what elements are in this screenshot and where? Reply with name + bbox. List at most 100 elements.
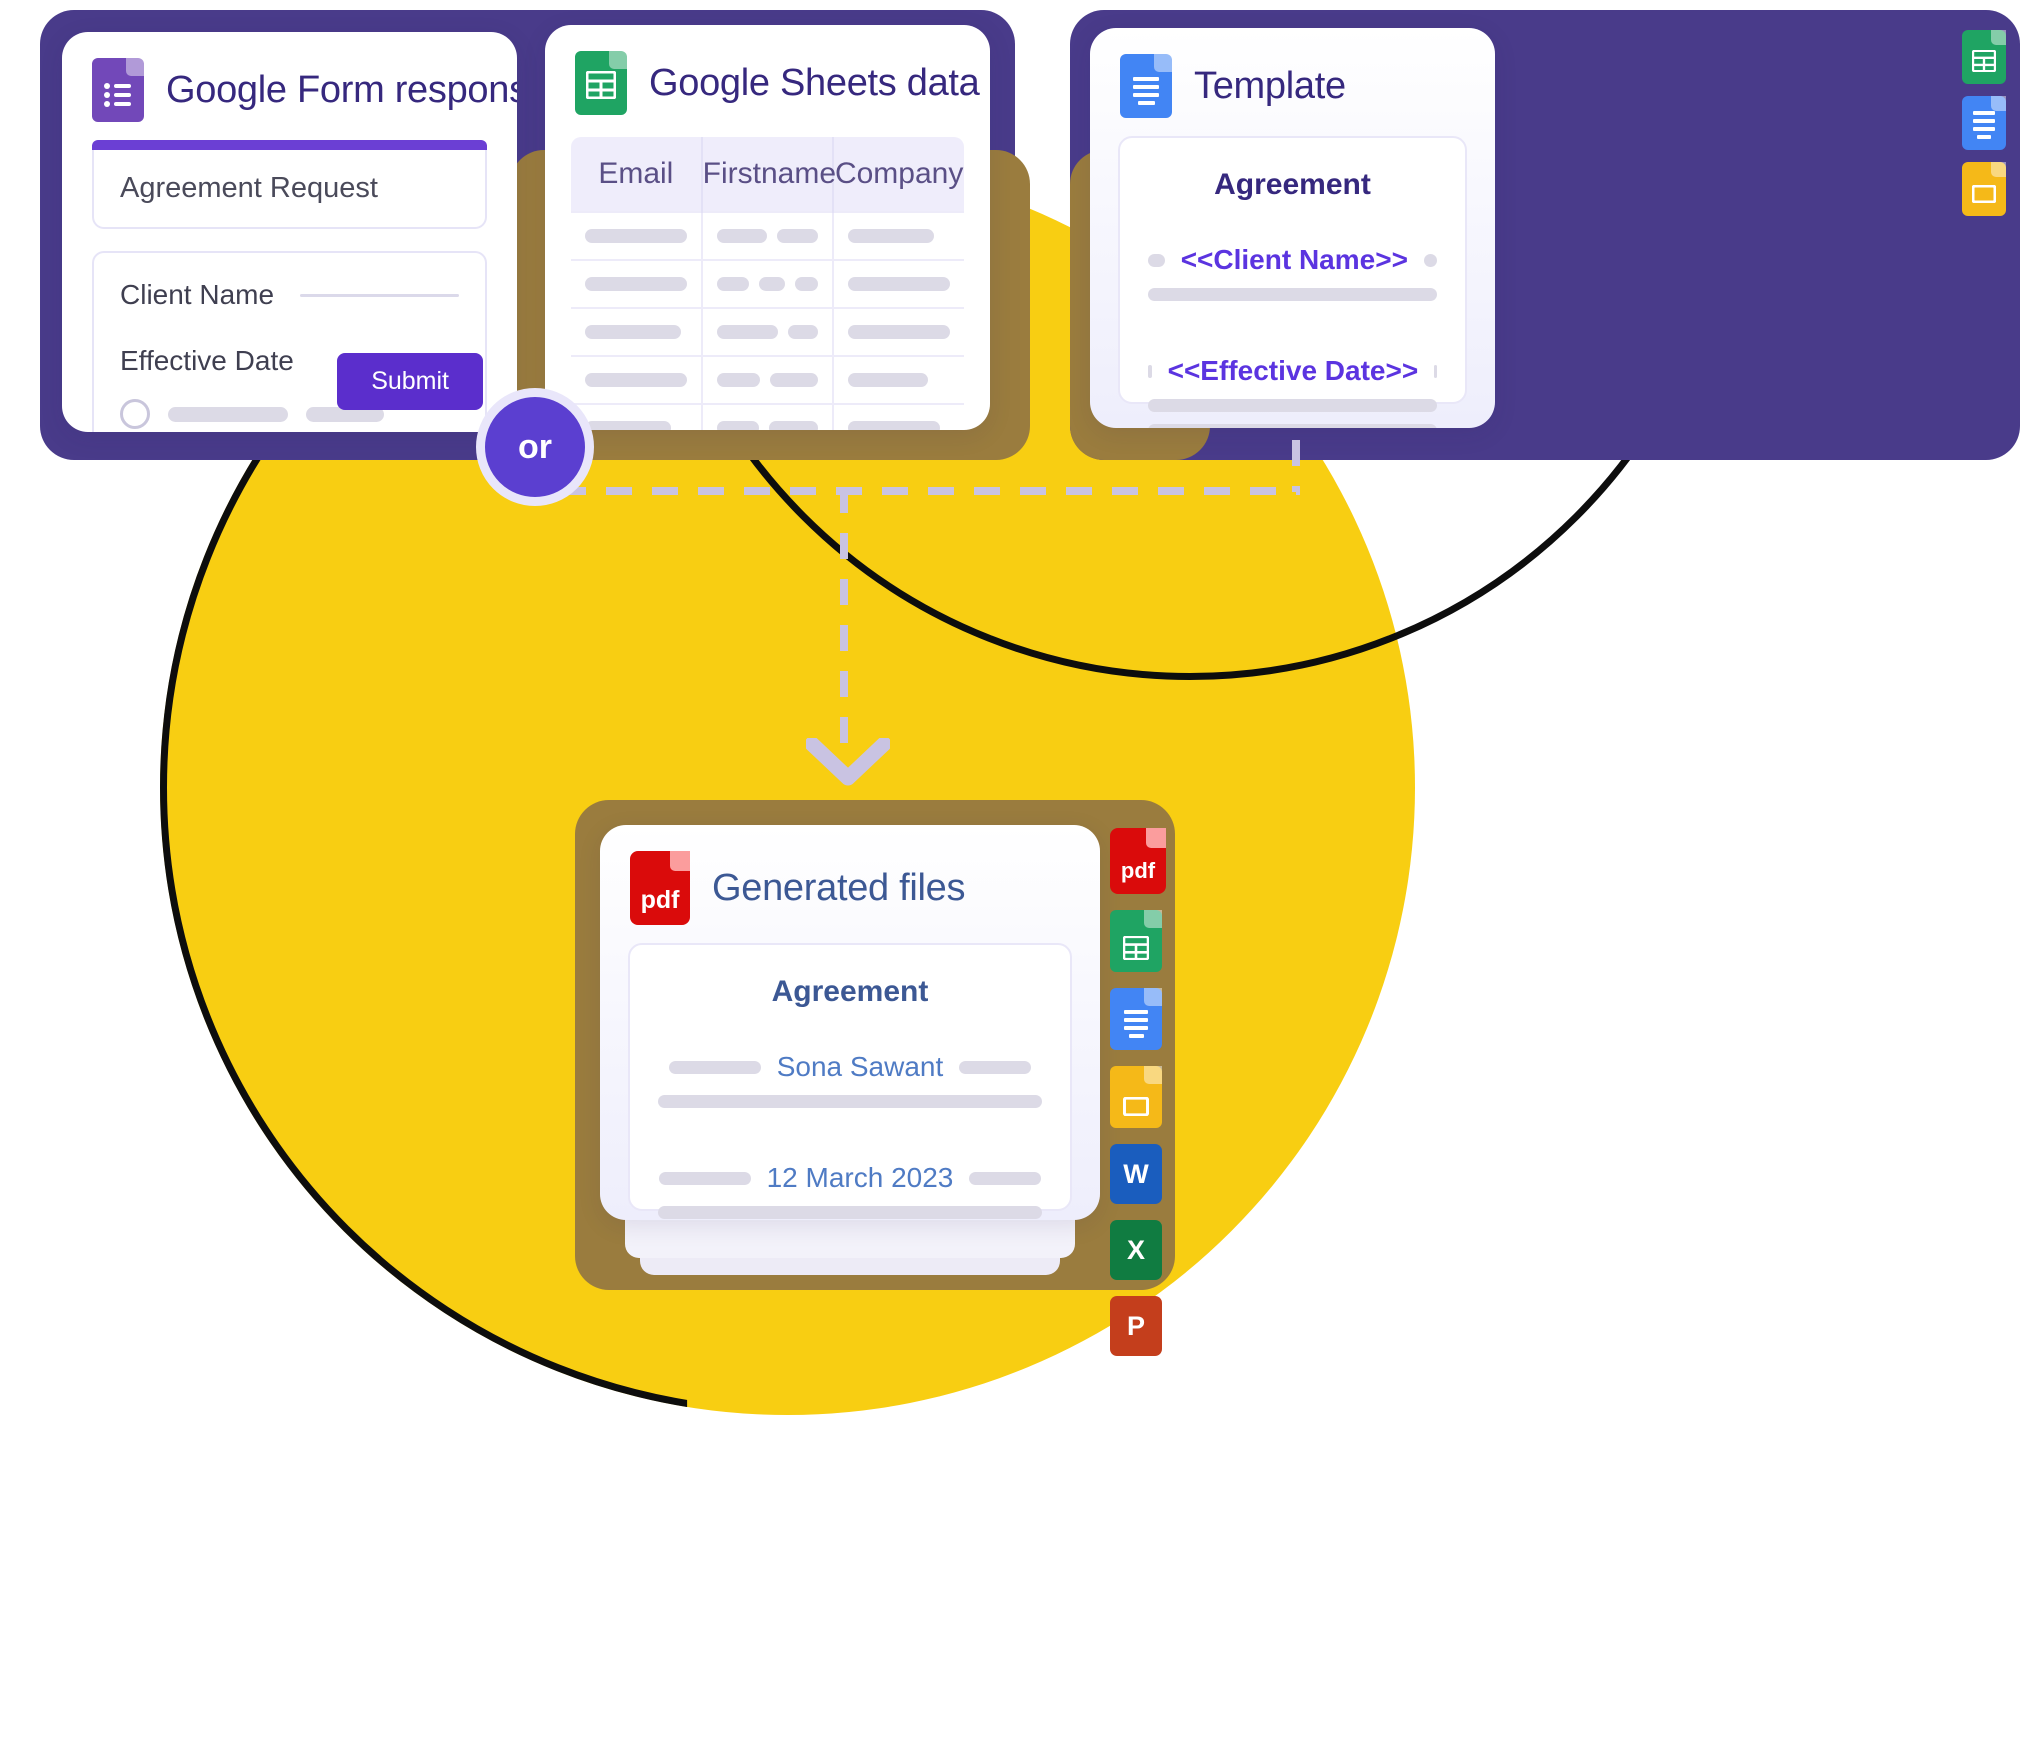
generated-document: Agreement Sona Sawant 12 March 2023 (628, 943, 1072, 1219)
template-placeholder-client-name: <<Client Name>> (1180, 244, 1408, 275)
google-forms-icon (92, 58, 144, 122)
google-sheets-icon[interactable] (1962, 30, 2006, 84)
placeholder-bar (776, 229, 819, 243)
placeholder-bar (969, 1171, 1042, 1185)
placeholder-bar (1423, 253, 1437, 267)
sheets-table-wrap: Email Firstname Company (545, 125, 990, 430)
template-placeholder-effective-date: <<Effective Date>> (1167, 355, 1419, 386)
excel-icon-label: X (1126, 1234, 1145, 1265)
generated-value-client-name: Sona Sawant (776, 1051, 944, 1082)
google-sheets-card-title: Google Sheets data (649, 61, 980, 104)
placeholder-bar (716, 325, 778, 339)
placeholder-bar (1148, 288, 1437, 301)
form-accent-bar (92, 140, 487, 150)
placeholder-bar (794, 277, 819, 291)
excel-icon[interactable]: X (1110, 1220, 1162, 1280)
connector-dash-vertical (840, 487, 848, 747)
placeholder-bar (848, 277, 950, 291)
google-docs-icon[interactable] (1962, 96, 2006, 150)
table-cell (701, 259, 835, 308)
placeholder-bar (768, 421, 819, 430)
column-header-firstname: Firstname (701, 137, 836, 212)
template-body: Agreement <<Client Name>> <<Effective Da… (1090, 128, 1495, 428)
placeholder-bar (848, 373, 929, 387)
table-cell (833, 307, 964, 356)
form-field-label: Client Name (120, 279, 275, 310)
docs-lines-icon (1133, 77, 1159, 105)
table-row[interactable] (571, 259, 964, 308)
table-row[interactable] (571, 307, 964, 356)
form-field-client-name[interactable]: Client Name (120, 279, 459, 311)
submit-button[interactable]: Submit (337, 353, 483, 410)
table-cell (701, 403, 835, 430)
placeholder-bar (668, 1060, 761, 1074)
table-row[interactable] (571, 403, 964, 430)
placeholder-bar (658, 1206, 1042, 1219)
powerpoint-icon-label: P (1126, 1310, 1145, 1341)
table-cell (833, 211, 964, 260)
table-cell (571, 307, 703, 356)
placeholder-bar (848, 325, 950, 339)
table-cell (833, 355, 964, 404)
google-slides-icon[interactable] (1110, 1066, 1162, 1128)
word-icon-label: W (1123, 1158, 1149, 1189)
placeholder-bar (959, 1060, 1032, 1074)
google-form-card: Google Form response Agreement Request C… (62, 32, 517, 432)
generated-files-card-title: Generated files (712, 866, 966, 909)
template-card: Template Agreement <<Client Name>> <<Eff… (1090, 28, 1495, 428)
google-sheets-icon[interactable] (1110, 910, 1162, 972)
template-doc-title: Agreement (1214, 168, 1371, 201)
table-cell (701, 307, 835, 356)
placeholder-bar (759, 277, 785, 291)
template-document: Agreement <<Client Name>> <<Effective Da… (1118, 136, 1467, 428)
or-badge: or (476, 388, 594, 506)
column-header-company: Company (833, 137, 964, 212)
powerpoint-icon[interactable]: P (1110, 1296, 1162, 1356)
generated-value-row-client: Sona Sawant (658, 1051, 1042, 1083)
google-sheets-icon (575, 51, 627, 115)
placeholder-bar (585, 325, 681, 339)
table-row[interactable] (571, 355, 964, 404)
template-card-title: Template (1194, 64, 1346, 107)
placeholder-bar (168, 406, 288, 422)
template-card-header: Template (1090, 28, 1495, 128)
placeholder-bar (1434, 364, 1437, 378)
word-icon[interactable]: W (1110, 1144, 1162, 1204)
pdf-icon: pdf (630, 851, 690, 925)
form-title-field[interactable]: Agreement Request (92, 140, 487, 229)
google-sheets-card-header: Google Sheets data (545, 25, 990, 125)
google-slides-icon[interactable] (1962, 162, 2006, 216)
placeholder-bar (585, 421, 671, 430)
placeholder-bar (769, 373, 819, 387)
template-side-icon-rail (1962, 30, 2006, 216)
google-form-card-title: Google Form response (166, 68, 517, 111)
form-field-underline (300, 293, 459, 297)
placeholder-bar (716, 277, 750, 291)
pdf-icon[interactable]: pdf (1110, 828, 1166, 894)
sheets-table: Email Firstname Company (569, 135, 966, 430)
generated-value-effective-date: 12 March 2023 (766, 1162, 954, 1193)
placeholder-bar (848, 229, 935, 243)
table-cell (701, 211, 835, 260)
generated-value-row-date: 12 March 2023 (658, 1162, 1042, 1194)
table-row[interactable] (571, 211, 964, 260)
table-cell (571, 211, 703, 260)
table-cell (571, 259, 703, 308)
table-header-row: Email Firstname Company (571, 137, 964, 212)
placeholder-bar (716, 421, 759, 430)
placeholder-bar (716, 229, 767, 243)
table-cell (833, 403, 964, 430)
pdf-icon-label: pdf (640, 886, 680, 914)
placeholder-bar (585, 373, 687, 387)
placeholder-bar (1148, 364, 1152, 378)
radio-icon (120, 399, 150, 429)
placeholder-bar (1148, 399, 1437, 412)
google-sheets-card: Google Sheets data Email Firstname Compa… (545, 25, 990, 430)
arrow-down-icon (806, 738, 890, 786)
google-docs-icon[interactable] (1110, 988, 1162, 1050)
placeholder-bar (658, 1171, 751, 1185)
form-title-value: Agreement Request (120, 172, 378, 204)
table-cell (571, 355, 703, 404)
google-docs-icon (1120, 54, 1172, 118)
template-placeholder-row-date: <<Effective Date>> (1148, 355, 1437, 387)
